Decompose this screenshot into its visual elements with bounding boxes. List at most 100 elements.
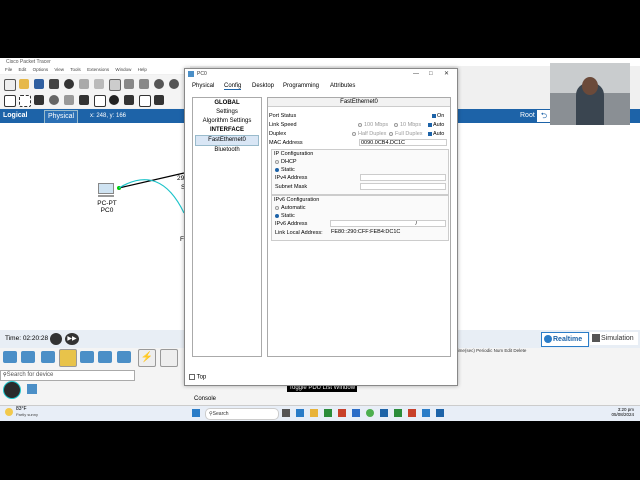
task-view-icon[interactable]	[282, 409, 290, 417]
tab-desktop[interactable]: Desktop	[252, 83, 274, 89]
radio-icon	[358, 122, 362, 127]
physical-tab[interactable]: Physical	[44, 110, 79, 124]
menu-tools[interactable]: Tools	[70, 67, 81, 72]
automatic-connection-icon[interactable]	[3, 381, 21, 399]
undo-icon[interactable]	[124, 79, 134, 89]
freeform-icon[interactable]	[124, 95, 134, 105]
power-cycle-icon[interactable]	[50, 333, 62, 345]
resize-icon[interactable]	[49, 95, 59, 105]
logical-tab[interactable]: Logical	[3, 111, 28, 121]
port-status-label: Port Status	[269, 113, 297, 119]
windows-start-icon[interactable]	[192, 409, 200, 417]
taskbar-app-7-icon[interactable]	[380, 409, 388, 417]
wireless-icon[interactable]	[117, 351, 131, 363]
tab-physical[interactable]: Physical	[192, 83, 214, 89]
multiuser-icon[interactable]	[98, 351, 112, 363]
speed-auto-checkbox[interactable]: Auto	[428, 122, 444, 129]
ipv6-automatic-radio[interactable]: Automatic	[275, 205, 305, 212]
select-icon[interactable]	[4, 95, 16, 107]
chrome-icon[interactable]	[366, 409, 374, 417]
device-search-box[interactable]: ⚲Search for device	[0, 370, 135, 381]
print-icon[interactable]	[49, 79, 59, 89]
taskbar-app-3-icon[interactable]	[324, 409, 332, 417]
redo-icon[interactable]	[139, 79, 149, 89]
close-icon[interactable]: ✕	[444, 69, 449, 79]
components-icon[interactable]	[41, 351, 55, 363]
dhcp-radio[interactable]: DHCP	[275, 159, 297, 166]
speed-100-radio[interactable]: 100 Mbps	[358, 122, 388, 129]
menu-window[interactable]: Window	[115, 67, 131, 72]
copy-icon[interactable]	[94, 79, 104, 89]
note-icon[interactable]	[64, 95, 74, 105]
algorithm-settings-button[interactable]: Algorithm Settings	[195, 117, 259, 126]
save-icon[interactable]	[34, 79, 44, 89]
zoom-out-icon[interactable]	[169, 79, 179, 89]
maximize-icon[interactable]: □	[429, 69, 433, 79]
speed-10-radio[interactable]: 10 Mbps	[394, 122, 421, 129]
tab-config[interactable]: Config	[224, 83, 242, 90]
ipv4-address-field[interactable]	[360, 174, 446, 181]
mac-address-field[interactable]: 0090.0CB4.DC1C	[359, 139, 447, 146]
end-devices-icon[interactable]	[21, 351, 35, 363]
draw-rectangle-icon[interactable]	[94, 95, 106, 107]
misc-icon[interactable]	[80, 351, 94, 363]
duplex-auto-checkbox[interactable]: Auto	[428, 131, 444, 138]
fast-forward-icon[interactable]: ▶▶	[65, 333, 79, 345]
network-devices-icon[interactable]	[3, 351, 17, 363]
inspect-icon[interactable]	[19, 95, 31, 107]
add-complex-pdu-icon[interactable]	[154, 95, 164, 105]
bluetooth-button[interactable]: Bluetooth	[195, 146, 259, 155]
back-arrow-icon[interactable]: ⮌	[537, 110, 551, 122]
taskbar-app-5-icon[interactable]	[352, 409, 360, 417]
menu-extensions[interactable]: Extensions	[87, 67, 109, 72]
new-file-icon[interactable]	[4, 79, 16, 91]
realtime-label: Realtime	[553, 336, 583, 343]
delete-icon[interactable]	[34, 95, 44, 105]
open-folder-icon[interactable]	[19, 79, 29, 89]
radio-selected-icon	[275, 167, 279, 172]
settings-button[interactable]: Settings	[195, 108, 259, 117]
pc0-device-icon[interactable]	[98, 183, 114, 197]
tab-programming[interactable]: Programming	[283, 83, 319, 89]
subnet-mask-field[interactable]	[360, 183, 446, 190]
console-cable-icon[interactable]	[160, 349, 178, 367]
draw-line-icon[interactable]	[79, 95, 89, 105]
menu-edit[interactable]: Edit	[19, 67, 27, 72]
full-duplex-radio[interactable]: Full Duplex	[389, 131, 423, 138]
ipv6-static-radio[interactable]: Static	[275, 213, 295, 220]
taskbar-app-8-icon[interactable]	[394, 409, 402, 417]
menu-file[interactable]: File	[5, 67, 12, 72]
taskbar-app-4-icon[interactable]	[338, 409, 346, 417]
fastethernet0-button[interactable]: FastEthernet0	[195, 135, 259, 146]
taskbar-app-10-icon[interactable]	[422, 409, 430, 417]
tab-attributes[interactable]: Attributes	[330, 83, 355, 89]
paste-icon[interactable]	[109, 79, 121, 91]
minimize-icon[interactable]: —	[413, 69, 419, 79]
menu-help[interactable]: Help	[138, 67, 147, 72]
taskbar-app-1-icon[interactable]	[296, 409, 304, 417]
port-status-checkbox[interactable]: On	[432, 113, 444, 120]
connections-icon[interactable]	[59, 349, 77, 367]
zoom-in-icon[interactable]	[154, 79, 164, 89]
ipv6-address-field[interactable]: /	[330, 220, 446, 227]
taskbar-app-9-icon[interactable]	[408, 409, 416, 417]
taskbar-search-box[interactable]: ⚲Search	[205, 408, 279, 420]
realtime-button[interactable]: Realtime	[541, 332, 589, 347]
taskbar-search-label: Search	[212, 411, 229, 417]
taskbar-app-2-icon[interactable]	[310, 409, 318, 417]
draw-ellipse-icon[interactable]	[109, 95, 119, 105]
static-radio[interactable]: Static	[275, 167, 295, 174]
packet-tracer-taskbar-icon[interactable]	[436, 409, 444, 417]
top-checkbox[interactable]: Top	[189, 374, 206, 381]
duplex-auto-label: Auto	[433, 131, 445, 137]
activity-wizard-icon[interactable]	[64, 79, 74, 89]
add-simple-pdu-icon[interactable]	[139, 95, 151, 107]
simulation-button[interactable]: Simulation	[590, 332, 638, 345]
menu-options[interactable]: Options	[33, 67, 49, 72]
connection-type-icon[interactable]	[27, 384, 37, 394]
menu-view[interactable]: View	[54, 67, 64, 72]
half-duplex-radio[interactable]: Half Duplex	[352, 131, 386, 138]
automatic-label: Automatic	[281, 205, 306, 211]
auto-connect-icon[interactable]: ⚡	[138, 349, 156, 367]
tools-icon[interactable]	[79, 79, 89, 89]
